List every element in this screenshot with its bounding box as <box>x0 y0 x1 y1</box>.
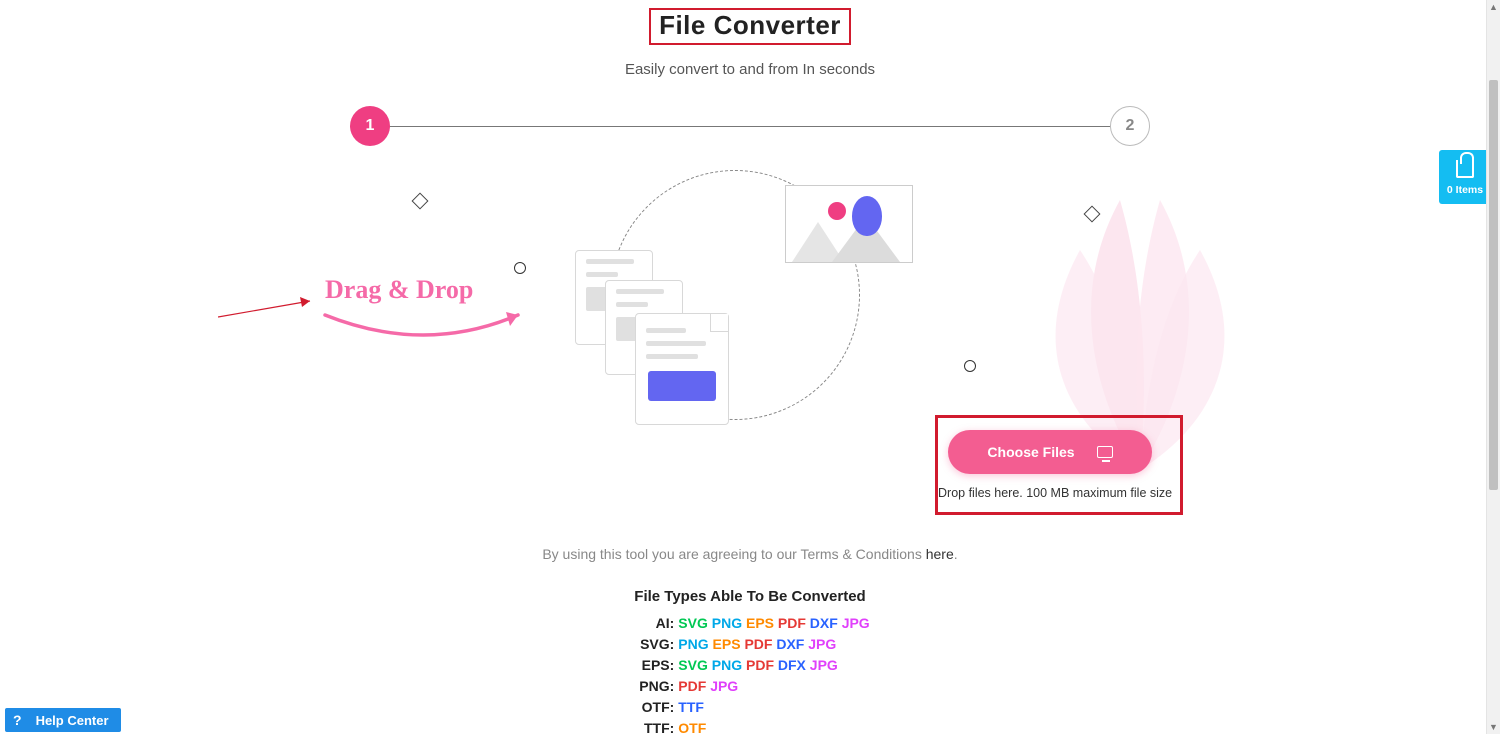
format-source: PNG: <box>630 676 674 697</box>
annotation-arrow-icon <box>218 295 318 325</box>
drop-area[interactable]: Drag & Drop Choose Files <box>0 170 1500 540</box>
stepper: 1 2 <box>350 106 1150 146</box>
terms-link[interactable]: here <box>926 546 954 562</box>
formats-table: AI:SVG PNG EPS PDF DXF JPGSVG:PNG EPS PD… <box>630 613 869 739</box>
format-target: JPG <box>842 615 870 631</box>
circle-icon <box>514 262 526 274</box>
format-target: EPS <box>746 615 774 631</box>
photo-illustration <box>785 185 913 263</box>
format-targets: SVG PNG PDF DFX JPG <box>678 655 838 676</box>
terms-line: By using this tool you are agreeing to o… <box>0 546 1500 562</box>
monitor-icon <box>1097 446 1113 458</box>
choose-files-button[interactable]: Choose Files <box>948 430 1152 474</box>
format-target: JPG <box>810 657 838 673</box>
vertical-scrollbar[interactable]: ▲ ▼ <box>1486 0 1500 734</box>
format-row: SVG:PNG EPS PDF DXF JPG <box>630 634 869 655</box>
format-row: EPS:SVG PNG PDF DFX JPG <box>630 655 869 676</box>
page-title: File Converter <box>649 8 851 45</box>
format-targets: PDF JPG <box>678 676 738 697</box>
diamond-icon <box>412 193 429 210</box>
format-target: PDF <box>746 657 774 673</box>
format-target: PNG <box>678 636 708 652</box>
format-targets: OTF <box>678 718 706 739</box>
help-center-button[interactable]: ? Help Center <box>5 708 121 732</box>
terms-suffix: . <box>954 546 958 562</box>
scroll-up-icon[interactable]: ▲ <box>1487 0 1500 14</box>
format-row: TTF:OTF <box>630 718 869 739</box>
format-source: SVG: <box>630 634 674 655</box>
cart-tab[interactable]: 0 Items <box>1439 150 1491 204</box>
format-source: EPS: <box>630 655 674 676</box>
format-target: PDF <box>778 615 806 631</box>
format-target: EPS <box>713 636 741 652</box>
format-row: OTF:TTF <box>630 697 869 718</box>
format-target: DFX <box>778 657 806 673</box>
format-targets: TTF <box>678 697 704 718</box>
format-target: PNG <box>712 615 742 631</box>
drop-hint-text: Drop files here. 100 MB maximum file siz… <box>938 486 1172 500</box>
format-source: TTF: <box>630 718 674 739</box>
scrollbar-thumb[interactable] <box>1489 80 1498 490</box>
format-target: TTF <box>678 699 704 715</box>
format-target: PDF <box>678 678 706 694</box>
format-target: SVG <box>678 657 708 673</box>
format-target: JPG <box>710 678 738 694</box>
format-source: AI: <box>630 613 674 634</box>
help-center-label: Help Center <box>36 713 109 728</box>
format-target: DXF <box>810 615 838 631</box>
shopping-bag-icon <box>1456 160 1474 178</box>
format-row: PNG:PDF JPG <box>630 676 869 697</box>
question-icon: ? <box>13 712 22 728</box>
format-source: OTF: <box>630 697 674 718</box>
format-targets: PNG EPS PDF DXF JPG <box>678 634 836 655</box>
drag-drop-label: Drag & Drop <box>325 275 473 305</box>
choose-files-label: Choose Files <box>987 444 1074 460</box>
format-target: DXF <box>776 636 804 652</box>
format-target: SVG <box>678 615 708 631</box>
format-targets: SVG PNG EPS PDF DXF JPG <box>678 613 869 634</box>
formats-title: File Types Able To Be Converted <box>0 588 1500 605</box>
format-target: PDF <box>744 636 772 652</box>
stepper-track <box>370 126 1130 127</box>
cart-count-label: 0 Items <box>1439 184 1491 196</box>
scroll-down-icon[interactable]: ▼ <box>1487 720 1500 734</box>
circle-icon <box>964 360 976 372</box>
drag-drop-underline-icon <box>320 310 530 350</box>
format-target: JPG <box>808 636 836 652</box>
step-1: 1 <box>350 106 390 146</box>
step-2: 2 <box>1110 106 1150 146</box>
format-row: AI:SVG PNG EPS PDF DXF JPG <box>630 613 869 634</box>
terms-prefix: By using this tool you are agreeing to o… <box>542 546 925 562</box>
format-target: PNG <box>712 657 742 673</box>
page-subtitle: Easily convert to and from In seconds <box>0 61 1500 78</box>
